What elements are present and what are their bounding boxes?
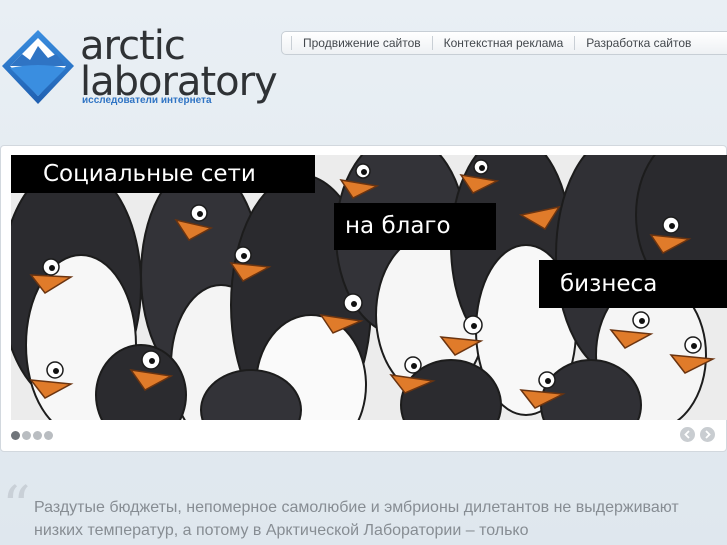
slider-pagination — [11, 431, 53, 440]
iceberg-logo-icon — [2, 30, 74, 104]
nav-item-context-ads[interactable]: Контекстная реклама — [431, 36, 575, 50]
site-logo[interactable]: arctic laboratory исследователи интернет… — [0, 26, 290, 110]
chevron-right-icon — [705, 430, 711, 439]
top-navigation: Продвижение сайтов Контекстная реклама Р… — [281, 31, 727, 55]
slide-caption-for-good: на благо — [334, 203, 496, 250]
nav-item-web-development[interactable]: Разработка сайтов — [574, 36, 702, 50]
slider-dot-3[interactable] — [33, 431, 42, 440]
slider-next-button[interactable] — [700, 427, 715, 442]
slider-dot-1[interactable] — [11, 431, 20, 440]
intro-quote-text: Раздутые бюджеты, непомерное самолюбие и… — [34, 499, 679, 539]
slider-dot-2[interactable] — [22, 431, 31, 440]
logo-tagline: исследователи интернета — [82, 95, 212, 106]
slider-prev-button[interactable] — [680, 427, 695, 442]
nav-item-seo[interactable]: Продвижение сайтов — [291, 36, 432, 50]
chevron-left-icon — [684, 430, 690, 439]
slide-caption-business: бизнеса — [539, 260, 727, 308]
quote-mark-icon: “ — [2, 475, 31, 540]
slider-dot-4[interactable] — [44, 431, 53, 440]
slide-caption-social-networks: Социальные сети — [11, 155, 315, 193]
